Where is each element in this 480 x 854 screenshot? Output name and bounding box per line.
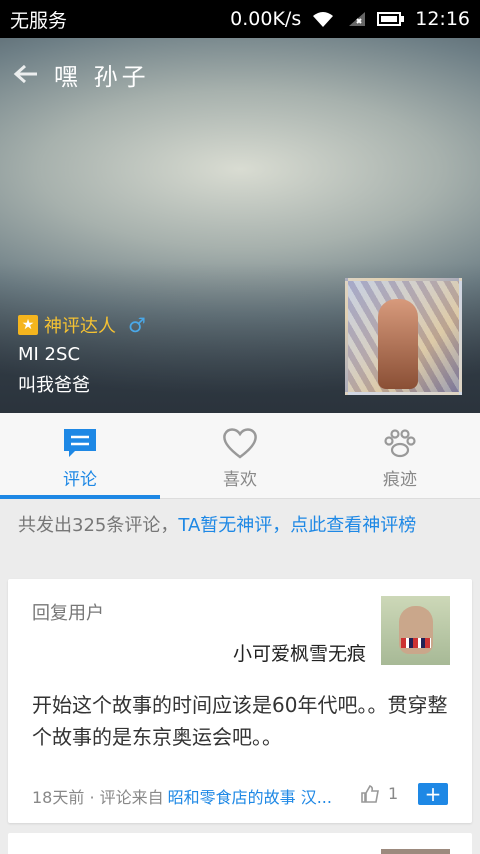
male-icon: ♂ — [128, 313, 146, 337]
tab-label: 痕迹 — [383, 470, 417, 490]
user-badge: ★ 神评达人 ♂ — [18, 312, 146, 338]
comment-card-next[interactable] — [8, 833, 472, 854]
like-count: 1 — [388, 784, 399, 803]
battery-icon — [377, 11, 405, 27]
clock: 12:16 — [415, 8, 470, 30]
reply-user-avatar[interactable] — [381, 596, 450, 665]
tab-likes[interactable]: 喜欢 — [160, 413, 320, 498]
signal-icon — [345, 10, 367, 28]
profile-info: ★ 神评达人 ♂ MI 2SC 叫我爸爸 — [18, 312, 146, 397]
thumbs-up-icon — [361, 784, 379, 803]
source-link[interactable]: 昭和零食店的故事 汉... — [168, 784, 332, 808]
avatar[interactable] — [345, 278, 462, 395]
back-button[interactable] — [12, 60, 40, 88]
comment-text: 开始这个故事的时间应该是60年代吧。。贯穿整个故事的是东京奥运会吧。。 — [32, 693, 448, 749]
reply-label: 回复用户 — [32, 603, 104, 624]
comment-meta: 18天前 · 评论来自 昭和零食店的故事 汉... — [32, 784, 332, 808]
hot-comments-link[interactable]: TA暂无神评，点此查看神评榜 — [178, 515, 416, 536]
device-model: MI 2SC — [18, 344, 81, 365]
star-icon: ★ — [18, 315, 38, 335]
badge-label: 神评达人 — [44, 316, 116, 337]
tab-traces[interactable]: 痕迹 — [320, 413, 480, 498]
reply-username[interactable]: 小可爱枫雪无痕 — [233, 639, 366, 666]
tab-comments[interactable]: 评论 — [0, 413, 160, 499]
user-signature: 叫我爸爸 — [18, 375, 90, 396]
reply-user-avatar[interactable] — [381, 849, 450, 854]
tab-label: 评论 — [63, 470, 97, 490]
comment-summary: 共发出325条评论，TA暂无神评，点此查看神评榜 — [0, 499, 480, 579]
network-speed: 0.00K/s — [230, 8, 302, 30]
status-bar: 无服务 0.00K/s 12:16 — [0, 0, 480, 38]
comment-icon — [60, 425, 100, 461]
comment-time-source: 18天前 · 评论来自 — [32, 788, 164, 807]
wifi-icon — [311, 10, 335, 28]
summary-text: 共发出325条评论， — [18, 515, 179, 536]
profile-header: 嘿 孙子 ★ 神评达人 ♂ MI 2SC 叫我爸爸 — [0, 38, 480, 413]
profile-tabs: 评论 喜欢 痕迹 — [0, 413, 480, 499]
heart-icon — [220, 425, 260, 461]
carrier-label: 无服务 — [10, 9, 68, 32]
add-button[interactable]: + — [418, 783, 448, 805]
page-title: 嘿 孙子 — [54, 62, 150, 91]
top-bar: 嘿 孙子 — [0, 38, 480, 110]
like-button[interactable]: 1 — [360, 784, 398, 803]
comment-card[interactable]: 回复用户 小可爱枫雪无痕 开始这个故事的时间应该是60年代吧。。贯穿整个故事的是… — [8, 579, 472, 823]
arrow-left-icon — [13, 64, 37, 84]
tab-label: 喜欢 — [223, 470, 257, 490]
paw-icon — [380, 425, 420, 461]
